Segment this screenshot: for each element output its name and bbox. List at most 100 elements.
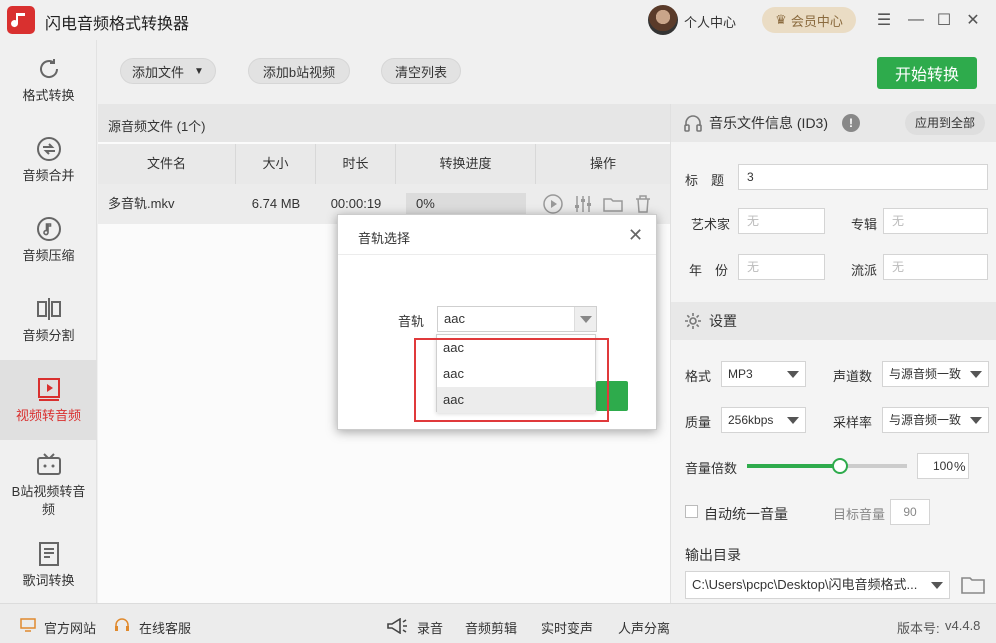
menu-icon[interactable]: ☰	[874, 10, 894, 30]
sidebar: 格式转换 音频合并 音频压缩 音频分割 视频转音频 B站视频转音频 歌词转换	[0, 40, 97, 603]
settings-sliders-icon[interactable]	[572, 193, 594, 215]
year-label: 年 份	[689, 263, 729, 278]
id3-section-header: 音乐文件信息 (ID3) ! 应用到全部	[671, 104, 996, 142]
sidebar-item-label: B站视频转音频	[11, 484, 86, 517]
dropdown-arrow[interactable]	[574, 307, 596, 331]
close-icon[interactable]: ✕	[628, 225, 643, 246]
sidebar-item-video-to-audio[interactable]: 视频转音频	[0, 360, 97, 440]
clear-list-button[interactable]: 清空列表	[381, 58, 461, 84]
split-icon	[36, 298, 61, 320]
output-dir-value: C:\Users\pcpc\Desktop\闪电音频格式...	[692, 577, 918, 592]
tv-icon	[36, 453, 61, 475]
target-volume-field[interactable]: 90	[890, 499, 930, 525]
vocal-separation-link[interactable]: 人声分离	[618, 618, 670, 637]
settings-title: 设置	[709, 313, 737, 329]
genre-label: 流派	[851, 263, 878, 278]
samplerate-select[interactable]: 与源音频一致	[882, 407, 989, 433]
volume-slider-handle[interactable]	[831, 458, 848, 474]
sidebar-item-format-convert[interactable]: 格式转换	[0, 40, 97, 120]
add-file-button[interactable]: 添加文件 ▼	[120, 58, 216, 84]
chevron-down-icon[interactable]: ▼	[194, 66, 204, 77]
crown-icon: ♛	[775, 12, 787, 27]
volume-slider-fill	[747, 464, 840, 468]
sidebar-item-label: 音频压缩	[22, 248, 75, 263]
add-bili-video-button[interactable]: 添加b站视频	[248, 58, 350, 84]
right-panel: 音乐文件信息 (ID3) ! 应用到全部 标 题 3 艺术家 无 专辑 无 年 …	[670, 104, 996, 603]
info-icon[interactable]: !	[842, 114, 860, 132]
year-field[interactable]: 无	[738, 254, 825, 280]
volume-unit: %	[954, 459, 966, 474]
samplerate-label: 采样率	[833, 415, 873, 430]
audio-cut-link[interactable]: 音频剪辑	[465, 618, 517, 637]
vip-center-button[interactable]: ♛ 会员中心	[762, 7, 856, 33]
voice-change-link[interactable]: 实时变声	[541, 618, 593, 637]
close-window-icon[interactable]: ✕	[963, 10, 983, 30]
channels-select[interactable]: 与源音频一致	[882, 361, 989, 387]
col-size: 大小	[236, 144, 316, 184]
genre-field[interactable]: 无	[883, 254, 988, 280]
folder-open-icon[interactable]	[960, 574, 986, 596]
toolbar: 添加文件 ▼ 添加b站视频 清空列表 开始转换	[98, 40, 996, 104]
refresh-icon	[39, 59, 58, 78]
user-center-link[interactable]: 个人中心	[684, 12, 736, 31]
play-icon[interactable]	[542, 193, 564, 215]
official-website-link[interactable]: 官方网站	[44, 618, 96, 637]
artist-field[interactable]: 无	[738, 208, 825, 234]
quality-select[interactable]: 256kbps	[721, 407, 806, 433]
channels-label: 声道数	[833, 369, 873, 384]
file-list-header: 源音频文件 (1个)	[98, 104, 670, 142]
volume-label: 音量倍数	[685, 461, 738, 476]
format-select[interactable]: MP3	[721, 361, 806, 387]
trash-icon[interactable]	[632, 193, 654, 215]
col-progress: 转换进度	[396, 144, 536, 184]
sidebar-item-label: 音频合并	[22, 168, 75, 183]
output-dir-label: 输出目录	[685, 547, 741, 563]
record-link[interactable]: 录音	[417, 618, 443, 637]
music-note-icon	[36, 217, 61, 241]
apply-all-button[interactable]: 应用到全部	[904, 111, 985, 135]
headset-icon	[114, 618, 130, 632]
id3-title: 音乐文件信息 (ID3)	[709, 115, 828, 131]
chevron-down-icon	[787, 417, 799, 424]
auto-volume-checkbox[interactable]	[685, 505, 698, 518]
sidebar-item-lyrics-convert[interactable]: 歌词转换	[0, 530, 97, 600]
chevron-down-icon	[931, 582, 943, 589]
video-play-icon	[37, 378, 60, 401]
format-label: 格式	[685, 369, 712, 384]
file-size: 6.74 MB	[251, 196, 301, 211]
target-volume-label: 目标音量	[833, 507, 886, 522]
channels-value: 与源音频一致	[889, 367, 962, 381]
chevron-down-icon	[787, 371, 799, 378]
app-title: 闪电音频格式转换器	[45, 16, 190, 33]
artist-label: 艺术家	[691, 217, 731, 232]
output-dir-select[interactable]: C:\Users\pcpc\Desktop\闪电音频格式...	[685, 571, 950, 599]
lyrics-doc-icon	[38, 542, 59, 566]
track-label: 音轨	[398, 314, 425, 329]
sidebar-item-audio-split[interactable]: 音频分割	[0, 280, 97, 360]
online-support-link[interactable]: 在线客服	[139, 618, 191, 637]
maximize-icon[interactable]: ☐	[934, 10, 954, 30]
sidebar-item-label: 格式转换	[22, 88, 75, 103]
sidebar-item-audio-merge[interactable]: 音频合并	[0, 120, 97, 200]
sidebar-item-bili-video-to-audio[interactable]: B站视频转音频	[0, 440, 97, 530]
format-value: MP3	[728, 367, 753, 381]
col-actions: 操作	[589, 156, 616, 171]
avatar[interactable]	[648, 5, 678, 35]
minimize-icon[interactable]: —	[906, 10, 926, 30]
folder-icon[interactable]	[602, 193, 624, 215]
headphones-icon	[684, 115, 702, 132]
track-select[interactable]: aac	[437, 306, 597, 332]
chevron-down-icon	[970, 371, 982, 378]
title-field[interactable]: 3	[738, 164, 988, 190]
sidebar-item-audio-compress[interactable]: 音频压缩	[0, 200, 97, 280]
add-file-label: 添加文件	[132, 64, 185, 80]
quality-value: 256kbps	[728, 413, 774, 427]
album-field[interactable]: 无	[883, 208, 988, 234]
track-select-value: aac	[444, 311, 465, 326]
volume-slider[interactable]	[747, 458, 907, 474]
samplerate-value: 与源音频一致	[889, 413, 962, 427]
start-convert-button[interactable]: 开始转换	[877, 57, 977, 89]
file-name: 多音轨.mkv	[108, 196, 175, 211]
progress-bar: 0%	[406, 193, 526, 215]
app-logo-icon	[7, 6, 35, 34]
